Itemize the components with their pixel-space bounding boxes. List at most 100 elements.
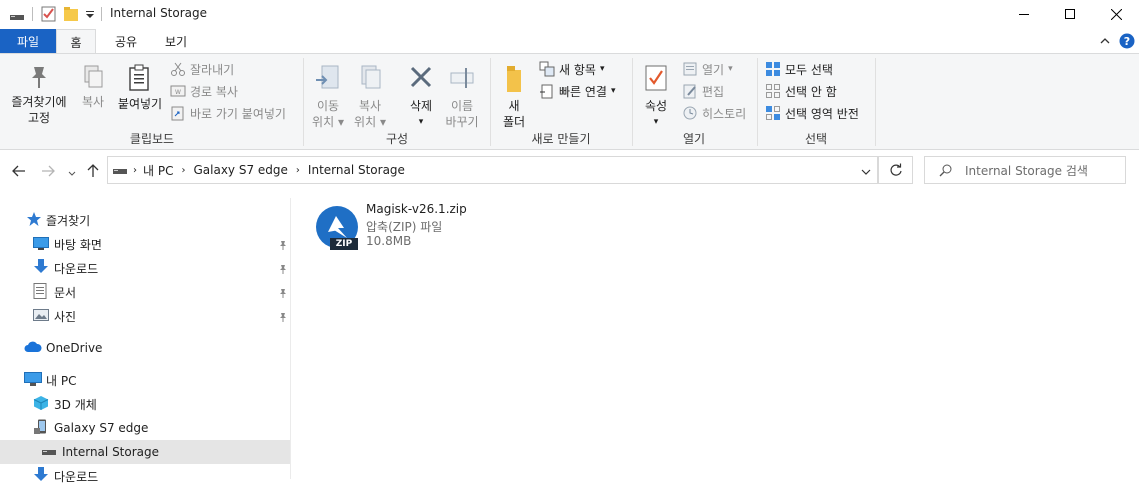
nav-desktop[interactable]: 바탕 화면	[0, 232, 290, 256]
select-none-button[interactable]: 선택 안 함	[765, 81, 837, 101]
pin-icon	[32, 67, 46, 88]
address-history-chevron-icon[interactable]	[860, 166, 872, 180]
tab-file[interactable]: 파일	[0, 29, 56, 53]
copy-path-button[interactable]: W 경로 복사	[170, 81, 238, 101]
breadcrumb-separator[interactable]: ›	[296, 165, 300, 176]
nav-quick-access[interactable]: 즐겨찾기	[0, 208, 290, 232]
maximize-button[interactable]	[1047, 0, 1093, 28]
properties-quick-icon[interactable]	[41, 6, 57, 22]
cube-icon	[33, 395, 49, 414]
help-icon[interactable]: ?	[1119, 33, 1135, 49]
pictures-icon	[33, 308, 49, 325]
new-folder-button[interactable]: 새 폴더	[497, 64, 531, 130]
copy-button[interactable]: 복사	[76, 64, 110, 110]
breadcrumb-device[interactable]: Galaxy S7 edge	[193, 163, 287, 177]
history-button[interactable]: 히스토리	[682, 103, 746, 123]
nav-downloads[interactable]: 다운로드	[0, 256, 290, 280]
address-bar[interactable]: › 내 PC › Galaxy S7 edge › Internal Stora…	[107, 156, 878, 184]
open-button[interactable]: 열기 ▾	[682, 59, 733, 79]
pin-to-quick-access-button[interactable]: 즐겨찾기에 고정	[4, 64, 74, 126]
close-button[interactable]	[1093, 0, 1139, 28]
easy-access-dropdown-arrow: ▾	[610, 86, 616, 96]
tab-home[interactable]: 홈	[56, 29, 96, 54]
move-to-label-text: 위치	[312, 115, 335, 129]
properties-button[interactable]: 속성 ▾	[638, 64, 674, 130]
nav-label: 사진	[54, 309, 77, 324]
paste-shortcut-button[interactable]: 바로 가기 붙여넣기	[170, 103, 286, 123]
cut-label: 잘라내기	[190, 62, 235, 77]
nav-onedrive[interactable]: OneDrive	[0, 336, 290, 360]
nav-label: 바탕 화면	[54, 237, 102, 252]
nav-internal-storage[interactable]: Internal Storage	[0, 440, 290, 464]
file-item[interactable]: ZIP Magisk-v26.1.zip 압축(ZIP) 파일 10.8MB	[310, 200, 510, 252]
breadcrumb-storage[interactable]: Internal Storage	[308, 163, 405, 177]
breadcrumb-separator[interactable]: ›	[181, 165, 185, 176]
nav-this-pc[interactable]: 내 PC	[0, 368, 290, 392]
rename-label-line2: 바꾸기	[445, 115, 479, 129]
delete-button[interactable]: 삭제 ▾	[400, 64, 442, 130]
invert-selection-button[interactable]: 선택 영역 반전	[765, 103, 859, 123]
select-group-label: 선택	[804, 132, 828, 146]
nav-downloads-2[interactable]: 다운로드	[0, 464, 290, 488]
select-all-button[interactable]: 모두 선택	[765, 59, 833, 79]
minimize-button[interactable]	[1001, 0, 1047, 28]
cut-button[interactable]: 잘라내기	[170, 59, 234, 79]
rename-icon	[450, 68, 474, 88]
pin-icon[interactable]	[278, 287, 288, 298]
search-icon	[939, 163, 953, 177]
group-separator	[875, 58, 876, 146]
move-to-button[interactable]: 이동 위치 ▾	[308, 64, 348, 130]
new-folder-quick-icon[interactable]	[63, 6, 79, 22]
forward-arrow-icon[interactable]	[41, 164, 55, 178]
pin-icon[interactable]	[278, 239, 288, 250]
pin-icon[interactable]	[278, 263, 288, 274]
tab-view[interactable]: 보기	[156, 29, 196, 53]
rename-button[interactable]: 이름 바꾸기	[442, 64, 482, 130]
tab-share[interactable]: 공유	[106, 29, 146, 53]
edit-button[interactable]: 편집	[682, 81, 724, 101]
group-separator	[757, 58, 758, 146]
star-icon	[27, 211, 43, 229]
delete-icon	[410, 66, 432, 88]
select-all-icon	[766, 62, 780, 76]
file-name: Magisk-v26.1.zip	[366, 202, 467, 216]
easy-access-button[interactable]: 빠른 연결 ▾	[539, 81, 616, 101]
scissors-icon	[171, 62, 185, 76]
group-separator	[632, 58, 633, 146]
paste-button[interactable]: 붙여넣기	[114, 64, 166, 112]
clipboard-group-label: 클립보드	[129, 132, 175, 146]
title-bar: Internal Storage	[0, 0, 1139, 28]
up-arrow-icon[interactable]	[86, 164, 100, 178]
collapse-ribbon-icon[interactable]	[1099, 35, 1111, 47]
file-list: ZIP Magisk-v26.1.zip 압축(ZIP) 파일 10.8MB	[292, 192, 1139, 479]
document-icon	[33, 282, 49, 302]
new-item-icon	[539, 61, 555, 77]
separator	[101, 7, 102, 21]
navigation-pane: 즐겨찾기 바탕 화면 다운로드 문서 사진 OneDrive 내 PC 3D 개…	[0, 198, 291, 484]
nav-device[interactable]: Galaxy S7 edge	[0, 416, 290, 440]
separator	[32, 7, 33, 21]
nav-pictures[interactable]: 사진	[0, 304, 290, 328]
back-arrow-icon[interactable]	[12, 164, 26, 178]
move-to-label-line2: 위치 ▾	[312, 115, 344, 129]
copy-to-label-text: 위치	[354, 115, 377, 129]
open-dropdown-arrow: ▾	[728, 64, 733, 74]
copy-to-button[interactable]: 복사 위치 ▾	[350, 64, 390, 130]
nav-documents[interactable]: 문서	[0, 280, 290, 304]
nav-3d-objects[interactable]: 3D 개체	[0, 392, 290, 416]
nav-label: 즐겨찾기	[46, 213, 91, 228]
refresh-button[interactable]	[879, 156, 913, 184]
history-icon	[683, 106, 697, 120]
customize-toolbar-icon[interactable]	[85, 9, 95, 19]
recent-locations-chevron-icon[interactable]	[67, 167, 77, 176]
search-input[interactable]: Internal Storage 검색	[924, 156, 1126, 184]
breadcrumb-separator[interactable]: ›	[133, 165, 137, 176]
nav-label: 다운로드	[54, 469, 99, 484]
copy-to-label-line2: 위치 ▾	[354, 115, 386, 129]
new-folder-label-line2: 폴더	[502, 115, 526, 129]
drive-icon	[10, 10, 24, 20]
new-item-button[interactable]: 새 항목 ▾	[539, 59, 604, 79]
breadcrumb-this-pc[interactable]: 내 PC	[143, 162, 173, 179]
pin-icon[interactable]	[278, 311, 288, 322]
paste-shortcut-icon	[171, 106, 184, 121]
